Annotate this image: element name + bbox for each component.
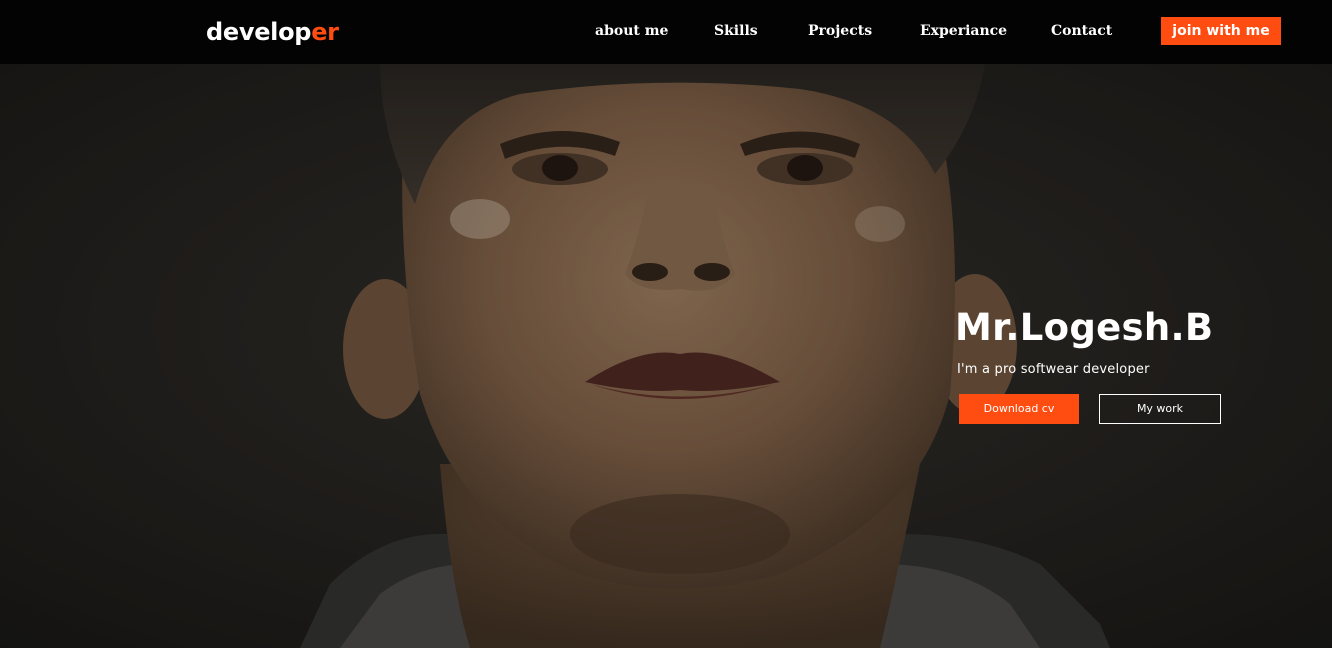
- nav-link-skills[interactable]: Skills: [714, 20, 758, 42]
- hero-tagline: I'm a pro softwear developer: [957, 362, 1150, 377]
- logo-text-accent: er: [311, 18, 339, 46]
- join-button[interactable]: join with me: [1161, 17, 1281, 45]
- my-work-button[interactable]: My work: [1099, 394, 1221, 424]
- nav-link-projects[interactable]: Projects: [808, 20, 872, 42]
- nav-link-about[interactable]: about me: [595, 20, 668, 42]
- hero-buttons: Download cv My work: [955, 394, 1285, 424]
- top-navbar: developer about me Skills Projects Exper…: [0, 0, 1332, 64]
- download-cv-button[interactable]: Download cv: [959, 394, 1079, 424]
- site-logo[interactable]: developer: [206, 15, 339, 49]
- logo-text-main: develop: [206, 18, 312, 46]
- nav-link-contact[interactable]: Contact: [1051, 20, 1112, 42]
- nav-link-experience[interactable]: Experiance: [920, 20, 1007, 42]
- hero-section: Mr.Logesh.B I'm a pro softwear developer…: [0, 64, 1332, 648]
- hero-content: Mr.Logesh.B I'm a pro softwear developer…: [955, 304, 1285, 424]
- hero-name: Mr.Logesh.B: [955, 306, 1214, 349]
